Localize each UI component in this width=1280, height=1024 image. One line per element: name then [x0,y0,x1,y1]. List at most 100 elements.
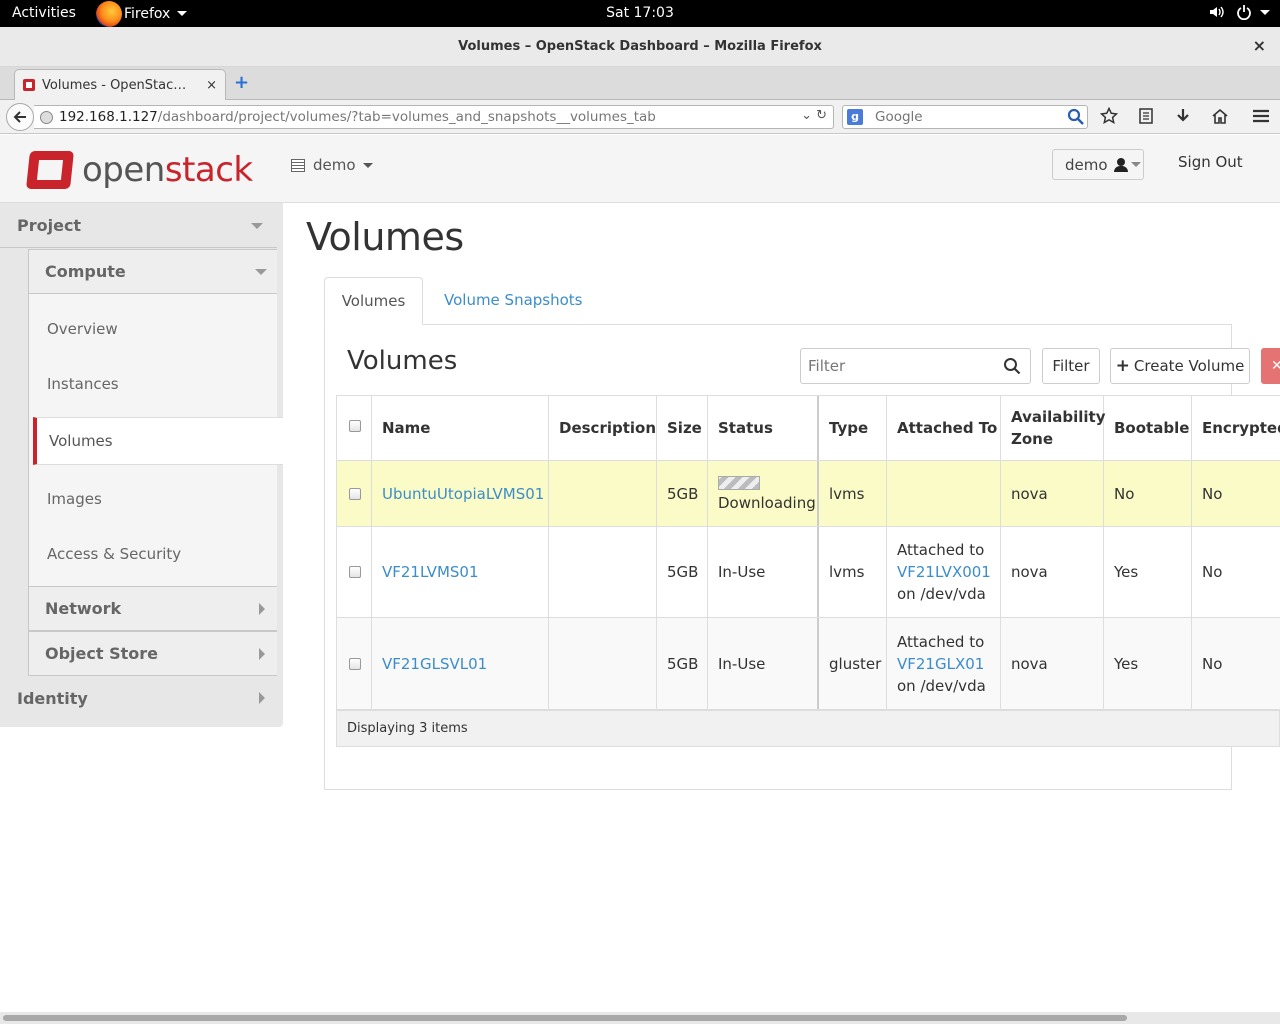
volume-description [549,527,657,617]
bookmark-star-icon[interactable] [1100,107,1118,125]
plus-icon: + [1115,356,1130,376]
table-row[interactable]: VF21GLSVL01 5GB In-Use gluster Attached … [336,618,1280,710]
browser-tab-bar: Volumes - OpenStac… × + [0,67,1280,100]
row-checkbox[interactable] [349,657,361,670]
power-icon [1237,5,1251,20]
attached-instance-link[interactable]: VF21LVX001 [897,561,991,583]
sidebar-item-images[interactable]: Images [47,490,102,508]
table-row[interactable]: UbuntuUtopiaLVMS01 5GB Downloading lvms … [336,461,1280,527]
back-button[interactable] [6,103,34,131]
project-switcher[interactable]: demo [291,156,373,174]
search-icon[interactable] [1003,357,1021,375]
table-header-row: Name Description Size Status Type Attach… [336,395,1280,461]
openstack-logo-icon [26,151,74,189]
volume-name-link[interactable]: VF21GLSVL01 [372,618,549,709]
openstack-logo[interactable]: openstack [26,150,253,190]
home-icon[interactable] [1211,107,1229,125]
volume-description [549,618,657,709]
sidebar-panel-group-compute[interactable]: Compute [28,249,277,294]
app-menu[interactable]: Firefox [96,0,188,27]
window-titlebar: Volumes – OpenStack Dashboard – Mozilla … [0,27,1280,67]
sidebar-item-overview[interactable]: Overview [47,320,118,338]
column-header-attached-to[interactable]: Attached To [887,396,1001,460]
volume-bootable: Yes [1104,527,1192,617]
filter-input[interactable] [808,357,998,375]
sidebar-panel-group-network[interactable]: Network [28,586,277,631]
project-name: demo [313,156,356,174]
column-header-status[interactable]: Status [708,396,819,460]
volume-size: 5GB [657,618,708,709]
user-menu-button[interactable]: demo [1052,149,1144,180]
search-input[interactable] [875,109,1055,125]
tab-volumes[interactable]: Volumes [324,277,423,325]
row-checkbox[interactable] [349,487,361,500]
column-header-type[interactable]: Type [819,396,887,460]
create-volume-button[interactable]: + Create Volume [1110,348,1250,384]
url-host: 192.168.1.127 [59,109,158,125]
sign-out-link[interactable]: Sign Out [1178,153,1243,171]
sidebar-item-volumes[interactable]: Volumes [33,417,283,465]
column-header-name[interactable]: Name [372,396,549,460]
browser-tab[interactable]: Volumes - OpenStac… × [14,69,226,100]
volume-encrypted: No [1202,654,1223,673]
column-header-size[interactable]: Size [657,396,708,460]
activities-button[interactable]: Activities [12,5,76,21]
table-row[interactable]: VF21LVMS01 5GB In-Use lvms Attached to V… [336,527,1280,618]
url-path: /dashboard/project/volumes/?tab=volumes_… [157,109,656,125]
url-dropdown-reload-icon[interactable]: ⌄ ↻ [801,108,827,123]
tab-close-icon[interactable]: × [206,78,217,93]
chevron-down-icon [1260,9,1270,15]
attached-device: on /dev/vda [897,585,986,603]
sidebar-dashboard-project[interactable]: Project [0,203,277,248]
volume-name-link[interactable]: VF21LVMS01 [372,527,549,617]
sidebar-group-label: Object Store [45,644,158,663]
sidebar-item-instances[interactable]: Instances [47,375,119,393]
filter-button[interactable]: Filter [1042,348,1100,384]
browser-nav-bar: 192.168.1.127/dashboard/project/volumes/… [0,100,1280,134]
sidebar-item-access-security[interactable]: Access & Security [47,545,181,563]
menu-icon[interactable] [1252,108,1270,124]
attached-instance-link[interactable]: VF21GLX01 [897,653,984,675]
search-engine-icon[interactable]: g [847,109,863,125]
volume-status: Downloading [708,461,819,526]
attached-prefix: Attached to [897,541,985,559]
filter-field[interactable] [800,348,1031,384]
column-header-bootable[interactable]: Bootable [1104,396,1192,460]
chevron-right-icon [259,603,265,615]
search-bar[interactable]: g [842,105,1088,129]
row-checkbox[interactable] [349,566,361,578]
firefox-logo-icon [96,0,122,27]
volume-status: In-Use [708,527,819,617]
search-icon[interactable] [1067,108,1085,126]
user-name: demo [1065,155,1108,174]
system-menu[interactable] [1208,4,1270,20]
tab-volume-snapshots[interactable]: Volume Snapshots [444,277,583,325]
volume-bootable: No [1104,461,1192,526]
project-list-icon [291,158,305,172]
sidebar-dashboard-identity[interactable]: Identity [0,676,277,721]
horizontal-scrollbar[interactable] [0,1012,1280,1024]
volume-size: 5GB [657,527,708,617]
browser-tab-label: Volumes - OpenStac… [42,77,187,93]
volume-size: 5GB [657,461,708,526]
sidebar-panel-group-object-store[interactable]: Object Store [28,631,277,676]
volume-name-link[interactable]: UbuntuUtopiaLVMS01 [372,461,549,526]
content-tabs: Volumes Volume Snapshots [324,277,1232,325]
column-header-encrypted[interactable]: Encrypted [1192,396,1280,460]
column-header-description[interactable]: Description [549,396,657,460]
volume-description [549,461,657,526]
volume-status-text: Downloading [718,493,816,512]
volume-type: lvms [819,527,887,617]
scrollbar-thumb[interactable] [3,1015,1127,1021]
download-icon[interactable] [1174,107,1192,125]
url-bar[interactable]: 192.168.1.127/dashboard/project/volumes/… [34,105,834,129]
select-all-checkbox[interactable] [349,420,361,432]
volume-encrypted: No [1202,563,1223,581]
window-title: Volumes – OpenStack Dashboard – Mozilla … [458,39,822,54]
window-close-button[interactable]: × [1253,36,1266,55]
clock[interactable]: Sat 17:03 [0,5,1280,21]
reading-list-icon[interactable] [1137,107,1155,125]
new-tab-button[interactable]: + [234,72,249,93]
delete-volumes-button[interactable]: ✕ [1261,348,1280,384]
column-header-availability-zone[interactable]: Availability Zone [1001,396,1106,460]
